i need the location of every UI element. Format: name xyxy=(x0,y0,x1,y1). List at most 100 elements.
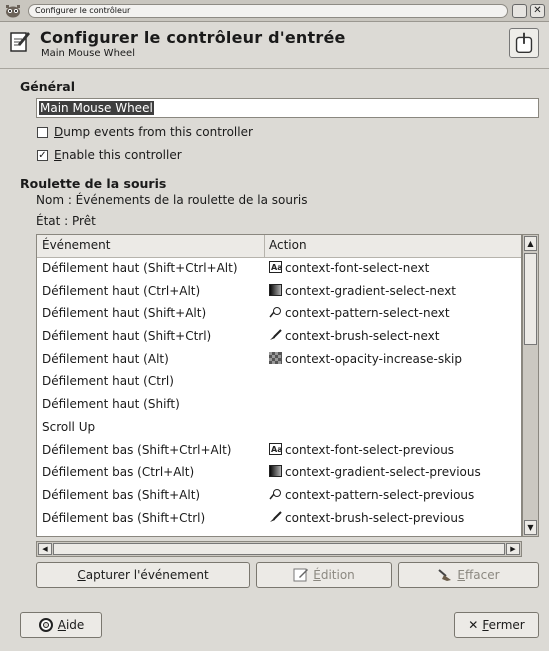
scroll-down-arrow-icon[interactable]: ▼ xyxy=(524,520,537,535)
vertical-scrollbar[interactable]: ▲ ▼ xyxy=(522,234,539,537)
maximize-button[interactable] xyxy=(512,4,527,18)
wheel-name-info: Nom : Événements de la roulette de la so… xyxy=(36,193,308,207)
gradient-icon xyxy=(269,283,282,296)
vertical-scroll-thumb[interactable] xyxy=(524,253,537,345)
scroll-right-arrow-icon[interactable]: ▶ xyxy=(506,543,520,555)
column-header-action[interactable]: Action xyxy=(269,238,307,252)
enable-controller-label: Enable this controller xyxy=(54,148,182,162)
wheel-section-title: Roulette de la souris xyxy=(20,176,167,191)
pattern-icon xyxy=(269,488,282,500)
table-row[interactable]: Défilement bas (Ctrl+Alt) context-gradien… xyxy=(37,461,521,484)
help-label: Aide xyxy=(57,618,85,632)
action-text: context-gradient-select-next xyxy=(285,283,457,298)
pattern-icon xyxy=(269,306,282,318)
event-cell: Défilement haut (Shift+Ctrl+Alt) xyxy=(42,261,238,275)
close-label: Fermer xyxy=(482,618,525,632)
table-row[interactable]: Défilement haut (Alt) context-opacity-inc… xyxy=(37,348,521,371)
clear-broom-icon xyxy=(438,569,452,581)
gradient-icon xyxy=(269,465,282,478)
event-cell: Scroll Up xyxy=(42,419,96,434)
enable-controller-checkbox[interactable]: ✓ xyxy=(37,149,48,161)
gimp-app-icon[interactable] xyxy=(4,3,22,19)
horizontal-scrollbar[interactable]: ◀ ▶ xyxy=(36,541,522,557)
edit-button[interactable]: Édition xyxy=(256,562,392,588)
controller-name-input[interactable]: Main Mouse Wheel xyxy=(36,98,539,118)
action-text: context-pattern-select-previous xyxy=(285,487,475,502)
table-row[interactable]: Défilement bas (Shift+Ctrl+Alt) Aa context… xyxy=(37,439,521,462)
controller-icon xyxy=(509,28,539,58)
capture-event-label: Capturer l'événement xyxy=(77,568,209,582)
font-icon: Aa xyxy=(269,442,283,455)
event-cell: Défilement bas (Shift+Ctrl+Alt) xyxy=(42,442,232,457)
dump-events-checkbox-row[interactable]: Dump events from this controller xyxy=(37,124,253,140)
table-row[interactable]: Défilement haut (Ctrl+Alt) context-gradie… xyxy=(37,280,521,303)
close-window-button[interactable]: ✕ xyxy=(530,4,545,18)
clear-button[interactable]: Effacer xyxy=(398,562,539,588)
table-row[interactable]: Défilement haut (Ctrl) xyxy=(37,370,521,393)
action-text: context-font-select-next xyxy=(285,261,430,275)
table-rows: Défilement haut (Shift+Ctrl+Alt) Aa contex… xyxy=(37,257,521,530)
event-cell: Défilement haut (Shift+Ctrl) xyxy=(42,329,212,344)
table-row[interactable]: Défilement haut (Shift+Ctrl+Alt) Aa contex… xyxy=(37,257,521,280)
event-action-table[interactable]: Événement Action Défilement haut (Shift+… xyxy=(36,234,522,537)
action-text: context-brush-select-next xyxy=(285,329,440,344)
event-cell: Défilement bas (Shift+Alt) xyxy=(42,487,201,502)
event-cell: Défilement bas (Shift+Ctrl) xyxy=(42,510,206,525)
close-x-icon: ✕ xyxy=(468,618,479,632)
action-cell: context-brush-select-previous xyxy=(269,511,464,525)
window-title: Configurer le contrôleur xyxy=(28,4,508,18)
dump-events-checkbox[interactable] xyxy=(37,126,48,138)
action-cell: context-brush-select-next xyxy=(269,329,439,343)
event-cell: Défilement haut (Shift+Alt) xyxy=(42,306,207,321)
action-cell: context-gradient-select-next xyxy=(269,283,457,298)
table-row[interactable]: Défilement bas (Shift+Alt) context-patter… xyxy=(37,484,521,507)
edit-label: Édition xyxy=(313,568,355,582)
table-header: Événement Action xyxy=(37,235,521,258)
action-cell: context-gradient-select-previous xyxy=(269,465,481,479)
window-titlebar: Configurer le contrôleur ✕ xyxy=(0,0,549,22)
event-cell: Défilement bas (Ctrl+Alt) xyxy=(42,465,195,480)
scroll-left-arrow-icon[interactable]: ◀ xyxy=(38,543,52,555)
action-text: context-font-select-previous xyxy=(285,442,455,457)
wheel-state-info: État : Prêt xyxy=(36,214,96,228)
dump-events-label: Dump events from this controller xyxy=(54,125,253,139)
column-header-event[interactable]: Événement xyxy=(42,238,110,252)
action-text: context-pattern-select-next xyxy=(285,306,450,321)
dialog-header: Configurer le contrôleur d'entrée Main M… xyxy=(0,22,549,69)
svg-text:Aa: Aa xyxy=(271,445,282,454)
event-cell: Défilement haut (Ctrl) xyxy=(42,374,174,389)
svg-text:Aa: Aa xyxy=(271,263,282,272)
event-cell: Défilement haut (Alt) xyxy=(42,351,169,366)
opacity-icon xyxy=(269,351,282,364)
table-row[interactable]: Défilement haut (Shift+Alt) context-patte… xyxy=(37,302,521,325)
action-cell: Aa context-font-select-next xyxy=(269,261,429,275)
action-text: context-opacity-increase-skip xyxy=(285,351,463,366)
action-text: context-brush-select-previous xyxy=(285,510,465,525)
table-row[interactable]: Défilement bas (Shift+Ctrl) context-brush… xyxy=(37,507,521,530)
enable-controller-checkbox-row[interactable]: ✓ Enable this controller xyxy=(37,147,182,163)
action-cell: context-opacity-increase-skip xyxy=(269,351,463,366)
help-button[interactable]: Aide xyxy=(20,612,102,638)
action-cell: Aa context-font-select-previous xyxy=(269,442,455,457)
horizontal-scroll-thumb[interactable] xyxy=(53,543,505,555)
brush-icon xyxy=(269,329,282,341)
edit-icon xyxy=(293,568,309,582)
capture-event-button[interactable]: Capturer l'événement xyxy=(36,562,250,588)
event-cell: Défilement haut (Ctrl+Alt) xyxy=(42,283,201,298)
event-cell: Défilement haut (Shift) xyxy=(42,397,180,412)
action-cell: context-pattern-select-next xyxy=(269,306,450,320)
controller-name-value: Main Mouse Wheel xyxy=(39,101,154,115)
table-row[interactable]: Défilement haut (Shift) xyxy=(37,393,521,416)
font-icon: Aa xyxy=(269,261,283,273)
close-button[interactable]: ✕ Fermer xyxy=(454,612,539,638)
table-row[interactable]: Défilement haut (Shift+Ctrl) context-brus… xyxy=(37,325,521,348)
dialog-title: Configurer le contrôleur d'entrée xyxy=(40,28,346,47)
scroll-up-arrow-icon[interactable]: ▲ xyxy=(524,236,537,251)
action-text: context-gradient-select-previous xyxy=(285,465,481,480)
clear-label: Effacer xyxy=(457,568,500,582)
help-lifebuoy-icon xyxy=(38,618,53,632)
general-section-title: Général xyxy=(20,79,75,94)
table-row[interactable]: Scroll Up xyxy=(37,416,521,439)
dialog-subtitle: Main Mouse Wheel xyxy=(41,48,135,59)
edit-document-icon xyxy=(10,32,30,52)
